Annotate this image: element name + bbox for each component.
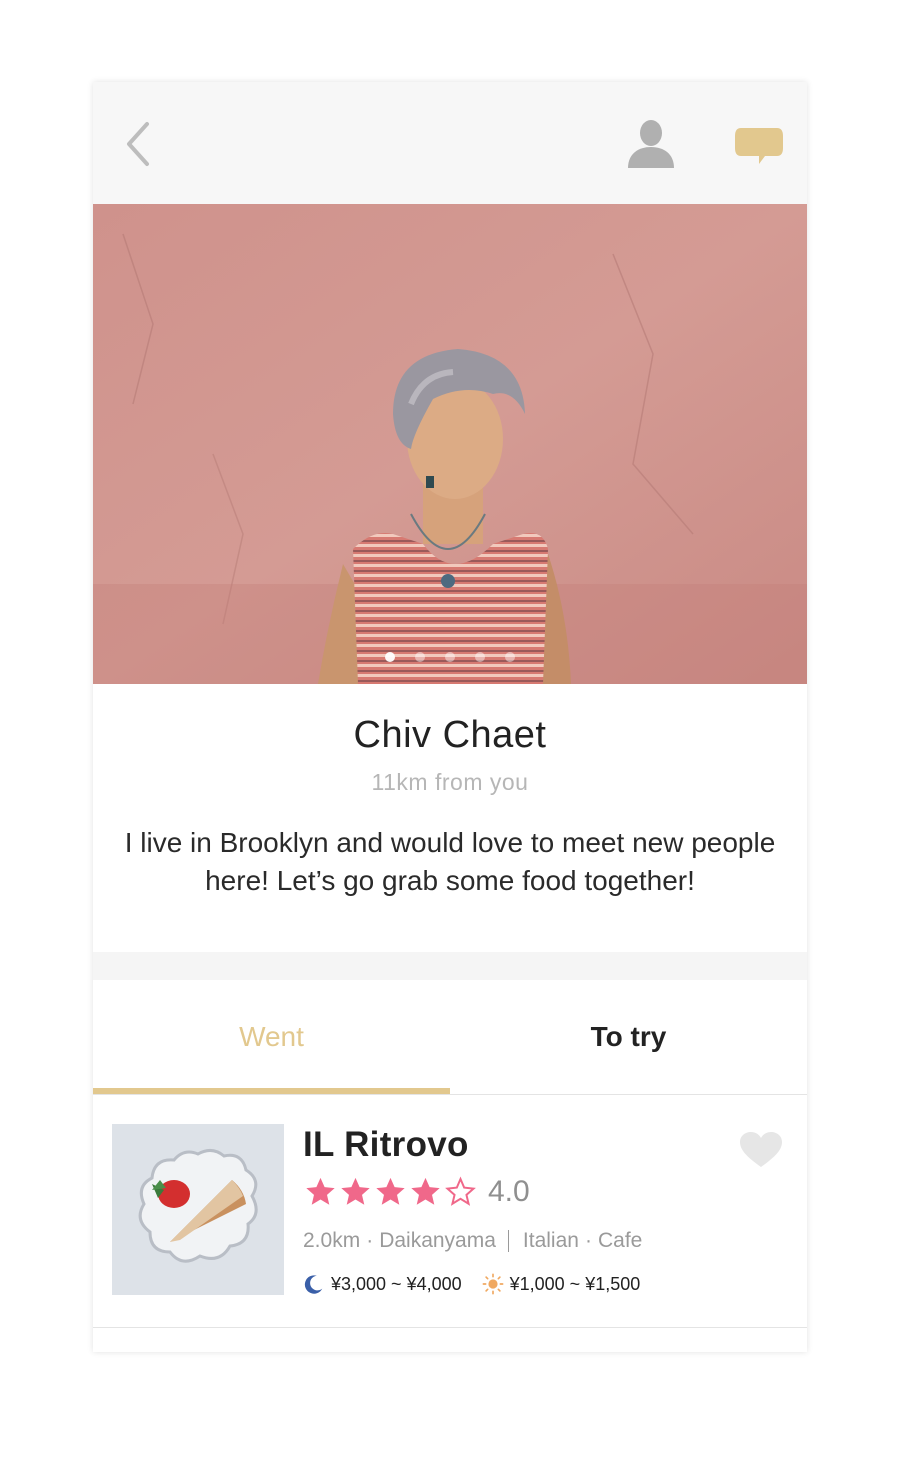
lunch-price: ¥1,000 ~ ¥1,500 [482, 1273, 641, 1295]
section-divider [93, 952, 807, 980]
profile-photo[interactable] [93, 204, 807, 684]
profile-name: Chiv Chaet [353, 714, 547, 756]
restaurant-cuisine: Italian [522, 1229, 579, 1252]
star-filled-icon [376, 1177, 405, 1205]
photo-pager [93, 652, 807, 662]
pager-dot[interactable] [505, 652, 515, 662]
restaurant-category: Cafe [597, 1229, 643, 1252]
restaurant-distance: 2.0km [303, 1229, 361, 1252]
pager-dot[interactable] [385, 652, 395, 662]
back-button[interactable] [121, 120, 161, 168]
star-filled-icon [341, 1177, 370, 1205]
moon-icon [304, 1275, 323, 1294]
profile-info: Chiv Chaet 11km from you I live in Brook… [93, 684, 807, 952]
chat-button[interactable] [733, 126, 785, 168]
rating-stars: 4.0 [303, 1175, 530, 1209]
meta-dot-separator: · [584, 1229, 592, 1252]
sun-icon [482, 1273, 504, 1295]
chevron-left-icon [127, 122, 149, 166]
price-ranges: ¥3,000 ~ ¥4,000 ¥1,000 ~ ¥1,500 [303, 1273, 660, 1295]
restaurant-meta: 2.0km · Daikanyama Italian · Cafe [303, 1229, 642, 1253]
dinner-price-text: ¥3,000 ~ ¥4,000 [331, 1273, 462, 1294]
star-filled-icon [411, 1177, 440, 1205]
pager-dot[interactable] [475, 652, 485, 662]
star-filled-icon [306, 1177, 335, 1205]
meta-dot-separator: · [366, 1229, 374, 1252]
meta-bar-separator [507, 1230, 509, 1253]
dinner-price: ¥3,000 ~ ¥4,000 [303, 1273, 462, 1295]
profile-bio: I live in Brooklyn and would love to mee… [124, 827, 776, 896]
restaurant-card[interactable]: IL Ritrovo 4.0 2.0km · Daikanyama Italian · C… [93, 1095, 807, 1328]
tab-bar: Went To try [93, 980, 807, 1095]
chat-bubble-icon [735, 128, 783, 164]
star-empty-icon [445, 1176, 476, 1206]
rating-value: 4.0 [488, 1175, 530, 1208]
pager-dot[interactable] [445, 652, 455, 662]
profile-button[interactable] [625, 118, 677, 170]
profile-distance: 11km from you [371, 769, 529, 795]
user-icon [628, 120, 674, 168]
profile-photo-image [93, 204, 807, 684]
active-tab-indicator [93, 1088, 450, 1094]
pager-dot[interactable] [415, 652, 425, 662]
tab-went[interactable]: Went [93, 980, 450, 1094]
lunch-price-text: ¥1,000 ~ ¥1,500 [509, 1273, 641, 1294]
heart-icon [740, 1132, 782, 1167]
restaurant-name: IL Ritrovo [303, 1125, 469, 1164]
app-screen: Chiv Chaet 11km from you I live in Brook… [93, 82, 807, 1352]
restaurant-thumbnail [112, 1124, 284, 1295]
restaurant-area: Daikanyama [379, 1229, 496, 1252]
page: Chiv Chaet 11km from you I live in Brook… [0, 0, 900, 1459]
food-photo [112, 1124, 284, 1295]
favorite-button[interactable] [739, 1131, 783, 1169]
top-bar [93, 82, 807, 204]
tab-to-try[interactable]: To try [450, 980, 807, 1094]
